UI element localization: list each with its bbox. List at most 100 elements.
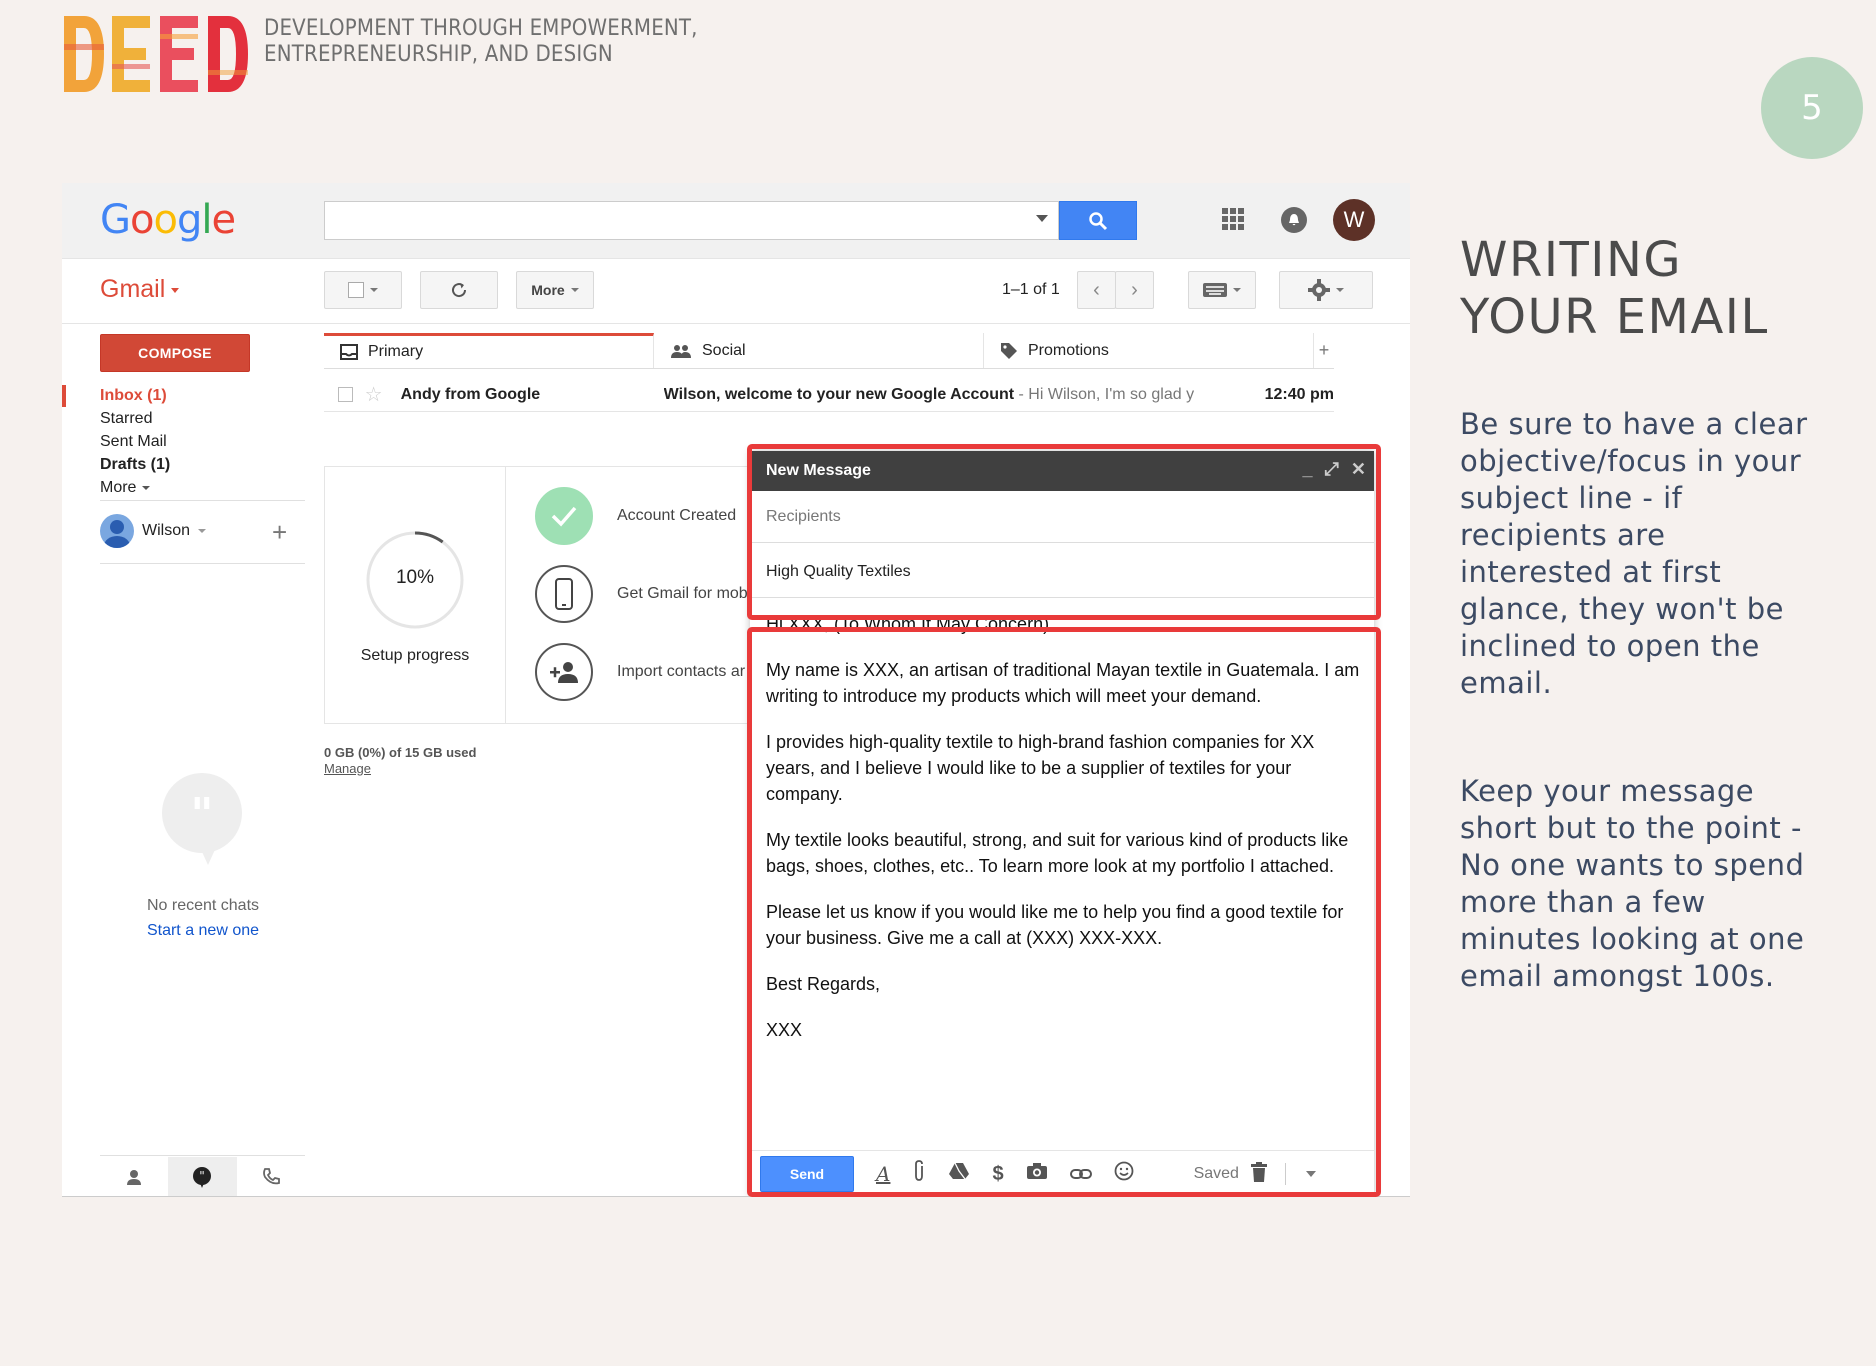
row-checkbox[interactable]: [338, 387, 353, 402]
google-drive-icon[interactable]: [948, 1162, 970, 1186]
minimize-icon[interactable]: _: [1302, 459, 1312, 480]
message-body[interactable]: Hi XXX, (To Whom It May Concern) My name…: [766, 611, 1366, 1063]
expand-icon[interactable]: ⤢: [1325, 459, 1339, 480]
hangouts-quote-icon: ": [162, 773, 242, 865]
nav-item-starred[interactable]: Starred: [100, 407, 170, 430]
storage-used-text: 0 GB (0%) of 15 GB used: [324, 745, 477, 760]
checkmark-icon: [535, 487, 593, 545]
setup-item-account-created[interactable]: Account Created: [535, 487, 736, 545]
setup-divider: [505, 467, 506, 723]
tab-promotions[interactable]: Promotions: [984, 333, 1314, 368]
search-options-chevron-icon[interactable]: [1036, 215, 1048, 222]
nav-item-sent[interactable]: Sent Mail: [100, 430, 170, 453]
send-money-icon[interactable]: $: [992, 1163, 1003, 1186]
search-button[interactable]: [1059, 201, 1137, 240]
tab-primary[interactable]: Primary: [324, 333, 654, 368]
nav-item-more[interactable]: More: [100, 476, 170, 499]
email-subject-snippet: Wilson, welcome to your new Google Accou…: [664, 386, 1239, 404]
nav-item-drafts[interactable]: Drafts (1): [100, 453, 170, 476]
insert-emoji-icon[interactable]: [1114, 1161, 1134, 1187]
keyboard-icon: [1203, 283, 1227, 297]
send-button[interactable]: Send: [760, 1156, 854, 1192]
setup-item-label: Get Gmail for mob: [617, 585, 748, 602]
refresh-button[interactable]: [420, 271, 498, 309]
star-icon[interactable]: ☆: [365, 382, 383, 407]
recipients-field[interactable]: Recipients: [750, 491, 1374, 543]
compose-header[interactable]: New Message _ ⤢ ✕: [750, 451, 1374, 491]
email-list-row[interactable]: ☆ Andy from Google Wilson, welcome to yo…: [324, 378, 1334, 412]
setup-item-label: Import contacts ar: [617, 663, 746, 680]
contacts-person-icon[interactable]: [100, 1157, 168, 1196]
add-chat-plus-icon[interactable]: +: [272, 517, 287, 548]
compose-button[interactable]: COMPOSE: [100, 334, 250, 372]
select-checkbox-button[interactable]: [324, 271, 402, 309]
more-options-chevron-down-icon[interactable]: [1305, 1171, 1316, 1177]
checkbox-icon: [348, 282, 364, 298]
logo-letter-e1: [112, 16, 150, 92]
logo-tagline: DEVELOPMENT THROUGH EMPOWERMENT, ENTREPR…: [264, 14, 698, 68]
email-snippet: - Hi Wilson, I'm so glad y: [1014, 385, 1195, 403]
more-actions-button[interactable]: More: [516, 271, 594, 309]
compose-footer: Send A $ Saved: [750, 1150, 1374, 1196]
chevron-left-icon: ‹: [1093, 278, 1100, 301]
add-person-icon: [535, 643, 593, 701]
insert-link-icon[interactable]: [1069, 1163, 1092, 1186]
compose-title: New Message: [766, 462, 871, 479]
no-recent-chats-text: No recent chats: [146, 897, 260, 914]
setup-progress-label: Setup progress: [360, 647, 470, 664]
hangouts-chat-icon[interactable]: ": [168, 1157, 237, 1196]
gmail-app-label: Gmail: [100, 275, 166, 303]
tab-social-label: Social: [702, 341, 746, 359]
tab-social[interactable]: Social: [654, 333, 984, 368]
search-input[interactable]: [324, 201, 1059, 240]
logo-letter-d1: [64, 16, 104, 92]
inbox-icon: [340, 344, 358, 360]
discard-draft-trash-icon[interactable]: [1250, 1161, 1267, 1187]
manage-storage-link[interactable]: Manage: [324, 761, 476, 777]
phone-call-icon[interactable]: [237, 1157, 305, 1196]
formatting-options-icon[interactable]: A: [876, 1162, 890, 1186]
start-new-chat-link[interactable]: Start a new one: [62, 922, 344, 940]
subject-field[interactable]: High Quality Textiles: [750, 546, 1374, 598]
insert-photo-camera-icon[interactable]: [1026, 1162, 1048, 1186]
compose-tools: A $: [876, 1160, 1134, 1188]
notifications-bell-icon[interactable]: [1281, 207, 1307, 233]
chevron-down-icon: [1233, 288, 1241, 292]
input-tools-button[interactable]: [1188, 271, 1256, 309]
nav-item-inbox[interactable]: Inbox (1): [100, 384, 170, 407]
setup-item-import-contacts[interactable]: Import contacts ar: [535, 643, 745, 701]
tab-promotions-label: Promotions: [1028, 341, 1109, 359]
google-logo[interactable]: Google: [100, 197, 236, 243]
email-sender: Andy from Google: [400, 385, 541, 403]
apps-grid-icon[interactable]: [1222, 208, 1244, 230]
gear-icon: [1308, 279, 1330, 301]
search-icon: [1089, 211, 1108, 230]
tab-primary-label: Primary: [368, 343, 424, 360]
gmail-top-bar: Google W: [62, 183, 1410, 259]
gmail-app-menu[interactable]: Gmail: [100, 275, 180, 304]
body-paragraph: Best Regards,: [766, 974, 881, 994]
gmail-screenshot: Google W Gmail More 1–1 of 1 ‹ › COMPOSE…: [62, 183, 1410, 1197]
settings-button[interactable]: [1279, 271, 1373, 309]
email-subject: Wilson, welcome to your new Google Accou…: [663, 385, 1015, 403]
newer-button[interactable]: ‹: [1077, 271, 1116, 309]
attach-file-icon[interactable]: [912, 1160, 926, 1188]
chevron-down-icon: [171, 287, 180, 293]
close-icon[interactable]: ✕: [1351, 459, 1366, 480]
tagline-line-1: DEVELOPMENT THROUGH EMPOWERMENT,: [264, 16, 698, 41]
deed-logo-word: [62, 14, 250, 98]
setup-item-get-gmail-mobile[interactable]: Get Gmail for mob: [535, 565, 748, 623]
logo-letter-d2: [208, 16, 248, 92]
more-actions-label: More: [531, 282, 565, 298]
refresh-icon: [452, 283, 467, 298]
inbox-category-tabs: Primary Social Promotions +: [324, 333, 1334, 369]
inbox-selected-marker: [62, 385, 66, 407]
nav-divider-2: [100, 563, 305, 564]
footer-separator: [1284, 1163, 1286, 1185]
add-tab-plus-icon[interactable]: +: [1314, 333, 1334, 368]
slide-title-line-1: WRITING: [1460, 232, 1683, 288]
older-button[interactable]: ›: [1115, 271, 1154, 309]
email-time: 12:40 pm: [1264, 385, 1334, 403]
chat-footer-icons: ": [100, 1157, 305, 1196]
account-avatar[interactable]: W: [1333, 199, 1375, 241]
